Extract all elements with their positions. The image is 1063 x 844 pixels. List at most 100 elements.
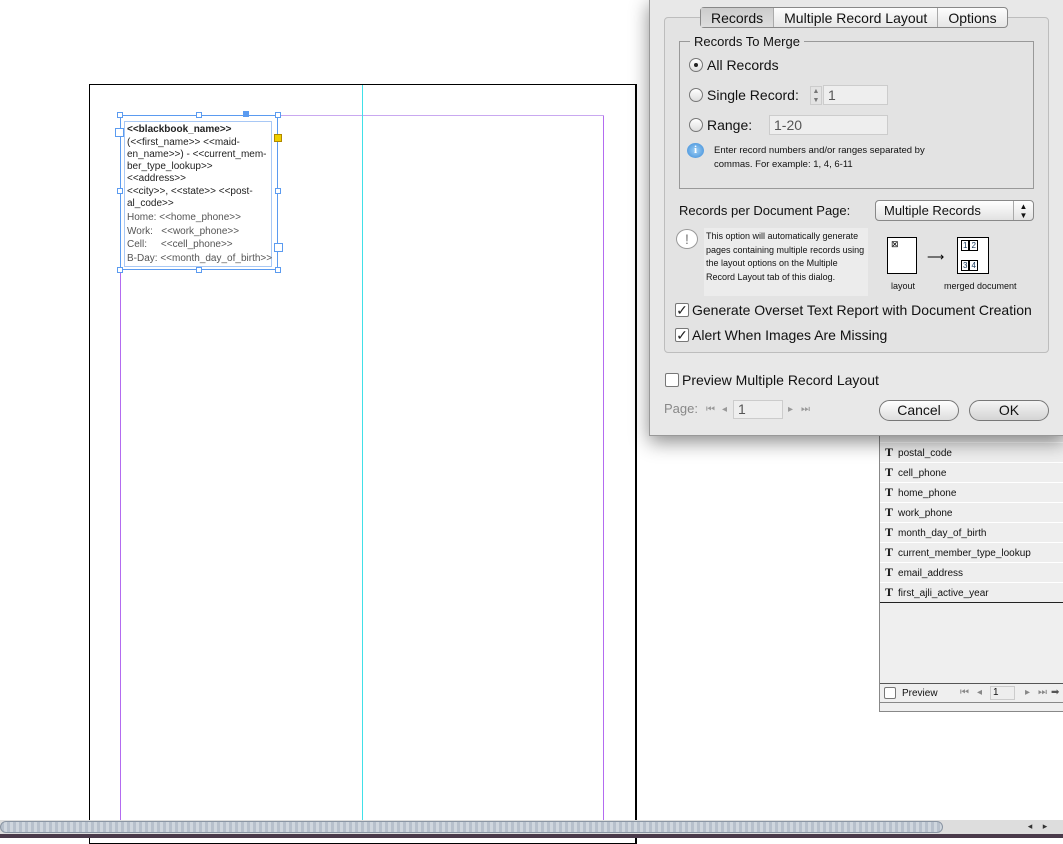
preview-checkbox[interactable]	[665, 373, 679, 387]
text-field-icon: T	[885, 565, 894, 579]
alert-icon: !	[676, 229, 698, 249]
layout-diagram: ⊠	[887, 237, 917, 274]
field-name: postal_code	[898, 448, 952, 459]
field-name: cell_phone	[898, 468, 947, 479]
frame-line: (<<first_name>> <<maid-	[127, 137, 240, 148]
per-page-value: Multiple Records	[884, 203, 981, 218]
frame-handle[interactable]	[274, 243, 283, 252]
field-name: month_day_of_birth	[898, 528, 987, 539]
overset-label: Generate Overset Text Report with Docume…	[692, 302, 1032, 318]
frame-line: al_code>>	[127, 198, 174, 209]
tab-bar: Records Multiple Record Layout Options	[700, 7, 1008, 28]
single-record-input[interactable]: 1	[823, 85, 888, 105]
scrollbar-thumb[interactable]	[0, 821, 943, 833]
frame-handle[interactable]	[275, 267, 281, 273]
per-page-label: Records per Document Page:	[679, 203, 851, 218]
tab-options[interactable]: Options	[937, 8, 1006, 27]
first-page-icon[interactable]: ⏮	[960, 686, 969, 700]
frame-line: B-Day: <<month_day_of_birth>>	[127, 253, 273, 264]
cancel-button[interactable]: Cancel	[879, 400, 959, 421]
merged-diagram: 1234	[957, 237, 989, 274]
frame-handle[interactable]	[275, 112, 281, 118]
field-row[interactable]: Tcurrent_member_type_lookup	[880, 543, 1063, 563]
page-input[interactable]: 1	[733, 400, 783, 419]
tab-records[interactable]: Records	[701, 8, 774, 27]
field-name: first_ajli_active_year	[898, 588, 989, 599]
field-name: home_phone	[898, 488, 957, 499]
panel-preview-checkbox[interactable]	[884, 687, 896, 699]
images-missing-label: Alert When Images Are Missing	[692, 327, 888, 343]
prev-page-icon: ◂	[722, 404, 728, 415]
single-record-radio[interactable]	[689, 88, 703, 102]
range-radio[interactable]	[689, 118, 703, 132]
image-frame-icon: ⊠	[891, 239, 899, 249]
right-margin-guide	[603, 115, 604, 835]
text-field-icon: T	[885, 465, 894, 479]
frame-handle[interactable]	[117, 188, 123, 194]
frame-line: Cell: <<cell_phone>>	[127, 239, 233, 250]
text-field-icon: T	[885, 485, 894, 499]
all-records-radio[interactable]	[689, 58, 703, 72]
field-row[interactable]: Tpostal_code	[880, 443, 1063, 463]
text-field-icon: T	[885, 545, 894, 559]
page-label: Page:	[664, 401, 698, 416]
range-input[interactable]: 1-20	[769, 115, 888, 135]
frame-line: <<blackbook_name>>	[127, 124, 232, 135]
text-field-icon: T	[885, 525, 894, 539]
text-field-icon: T	[885, 585, 894, 599]
field-name: current_member_type_lookup	[898, 548, 1031, 559]
frame-line: en_name>>) - <<current_mem-	[127, 149, 267, 160]
prev-page-icon[interactable]: ◂	[977, 686, 982, 700]
text-field-icon: T	[885, 505, 894, 519]
preview-label: Preview Multiple Record Layout	[682, 372, 879, 388]
field-row[interactable]: Twork_phone	[880, 503, 1063, 523]
field-row[interactable]: Tmonth_day_of_birth	[880, 523, 1063, 543]
frame-line: <<city>>, <<state>> <<post-	[127, 186, 253, 197]
info-icon: i	[687, 143, 704, 158]
frame-line: <<address>>	[127, 173, 186, 184]
field-row[interactable]: Temail_address	[880, 563, 1063, 583]
per-page-select[interactable]: Multiple Records ▲ ▼	[875, 200, 1034, 221]
scroll-left-icon[interactable]: ◂	[1023, 821, 1037, 834]
frame-line: Work: <<work_phone>>	[127, 226, 240, 237]
group-title: Records To Merge	[694, 34, 800, 49]
field-row[interactable]: Tfirst_ajli_active_year	[880, 583, 1063, 603]
images-missing-checkbox[interactable]: ✓	[675, 328, 689, 342]
frame-handle[interactable]	[117, 112, 123, 118]
out-port[interactable]	[274, 134, 282, 142]
frame-handle[interactable]	[275, 188, 281, 194]
next-page-icon[interactable]: ▸	[1025, 686, 1030, 700]
overset-checkbox[interactable]: ✓	[675, 303, 689, 317]
panel-preview-label: Preview	[902, 688, 938, 699]
field-name: work_phone	[898, 508, 953, 519]
field-name: email_address	[898, 568, 964, 579]
column-guide	[362, 85, 363, 825]
field-row[interactable]: Tcell_phone	[880, 463, 1063, 483]
desktop-strip	[0, 834, 1063, 838]
next-page-icon: ▸	[788, 404, 794, 415]
merged-caption: merged document	[944, 281, 1017, 291]
frame-line: ber_type_lookup>>	[127, 161, 213, 172]
scroll-right-icon[interactable]: ▸	[1038, 821, 1052, 834]
frame-handle[interactable]	[243, 111, 249, 117]
first-page-icon: ⏮	[706, 404, 715, 415]
info-text: Enter record numbers and/or ranges separ…	[714, 145, 925, 170]
field-row[interactable]: Thome_phone	[880, 483, 1063, 503]
frame-handle[interactable]	[196, 112, 202, 118]
tab-multiple-record-layout[interactable]: Multiple Record Layout	[773, 8, 937, 27]
ok-button[interactable]: OK	[969, 400, 1049, 421]
layout-caption: layout	[891, 281, 916, 291]
all-records-label: All Records	[707, 57, 779, 73]
frame-handle[interactable]	[196, 267, 202, 273]
frame-handle[interactable]	[117, 267, 123, 273]
note-text: This option will automatically generate …	[706, 231, 865, 282]
text-field-icon: T	[885, 445, 894, 459]
last-page-icon: ⏭	[801, 404, 810, 415]
updown-arrow-icon: ▲ ▼	[1013, 201, 1033, 220]
export-icon[interactable]: ➡	[1051, 686, 1059, 700]
stepper-icon[interactable]: ▲ ▼	[810, 86, 822, 105]
single-record-label: Single Record:	[707, 87, 799, 103]
last-page-icon[interactable]: ⏭	[1038, 686, 1047, 700]
in-port[interactable]	[115, 128, 124, 137]
panel-page-input[interactable]: 1	[990, 686, 1015, 700]
